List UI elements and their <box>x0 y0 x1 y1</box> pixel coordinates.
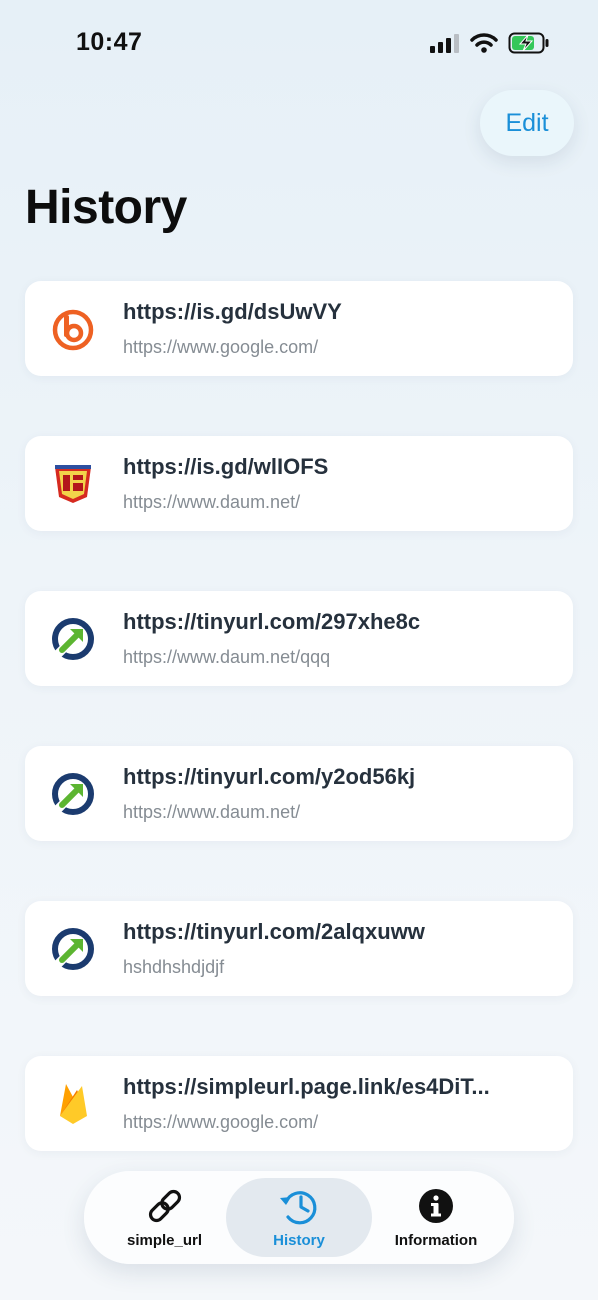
page-title: History <box>25 181 187 234</box>
short-url: https://simpleurl.page.link/es4DiT... <box>123 1074 490 1099</box>
original-url: https://www.google.com/ <box>123 337 319 357</box>
battery-charging-icon <box>508 32 550 59</box>
status-icons <box>430 32 550 59</box>
original-url: https://www.daum.net/qqq <box>123 647 331 667</box>
tab-bar: simple_url History Information <box>84 1171 514 1264</box>
cellular-signal-icon <box>430 33 460 58</box>
status-bar: 10:47 <box>0 0 598 90</box>
info-icon <box>417 1186 455 1226</box>
firebase-logo-icon <box>50 1081 96 1127</box>
tinyurl-logo-icon <box>50 926 96 972</box>
tab-simple-url[interactable]: simple_url <box>102 1178 227 1257</box>
original-url: https://www.daum.net/ <box>123 802 301 822</box>
history-item[interactable]: https://is.gd/dsUwVY https://www.google.… <box>25 281 573 376</box>
history-item[interactable]: https://tinyurl.com/2alqxuww hshdhshdjdj… <box>25 901 573 996</box>
history-item[interactable]: https://simpleurl.page.link/es4DiT... ht… <box>25 1056 573 1151</box>
short-url: https://tinyurl.com/y2od56kj <box>123 764 416 789</box>
tinyurl-logo-icon <box>50 616 96 662</box>
isgd-logo-icon <box>50 461 96 507</box>
original-url: https://www.daum.net/ <box>123 492 301 512</box>
history-item[interactable]: https://is.gd/wlIOFS https://www.daum.ne… <box>25 436 573 531</box>
link-icon <box>145 1186 185 1226</box>
short-url: https://is.gd/wlIOFS <box>123 454 329 479</box>
history-item[interactable]: https://tinyurl.com/y2od56kj https://www… <box>25 746 573 841</box>
short-url: https://tinyurl.com/2alqxuww <box>123 919 425 944</box>
tab-label: History <box>273 1232 325 1249</box>
original-url: hshdhshdjdjf <box>123 957 225 977</box>
status-time: 10:47 <box>76 28 143 56</box>
wifi-icon <box>470 33 498 58</box>
history-list: https://is.gd/dsUwVY https://www.google.… <box>25 281 573 1211</box>
original-url: https://www.google.com/ <box>123 1112 319 1132</box>
short-url: https://is.gd/dsUwVY <box>123 299 342 324</box>
tab-label: simple_url <box>126 1232 203 1249</box>
history-item[interactable]: https://tinyurl.com/297xhe8c https://www… <box>25 591 573 686</box>
short-url: https://tinyurl.com/297xhe8c <box>123 609 421 634</box>
tab-information[interactable]: Information <box>376 1178 496 1257</box>
tinyurl-logo-icon <box>50 771 96 817</box>
bitly-logo-icon <box>50 306 96 352</box>
clock-history-icon <box>278 1186 320 1226</box>
tab-history[interactable]: History <box>226 1178 372 1257</box>
edit-button[interactable]: Edit <box>480 90 574 156</box>
tab-label: Information <box>394 1232 478 1249</box>
